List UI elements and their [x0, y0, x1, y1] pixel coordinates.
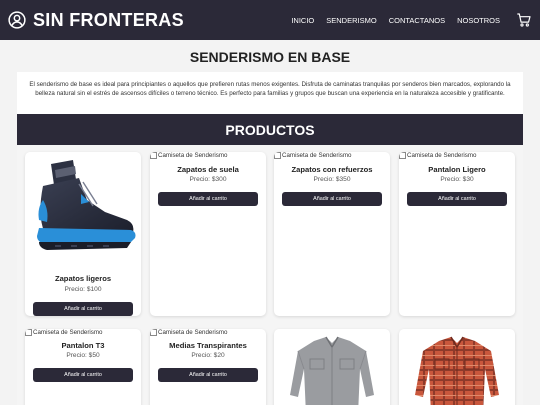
add-to-cart-button[interactable]: Añadir al carrito — [33, 302, 133, 316]
broken-image-icon — [150, 329, 157, 336]
nav-nosotros[interactable]: NOSOTROS — [457, 16, 500, 25]
product-image-shoe — [37, 160, 136, 250]
product-card — [274, 329, 390, 405]
page-title: SENDERISMO EN BASE — [189, 49, 351, 65]
product-name: Zapatos de suela — [177, 165, 239, 174]
products-heading: PRODUCTOS — [17, 114, 523, 145]
product-card: Camiseta de Senderismo Pantalon T3 Preci… — [25, 329, 141, 405]
main-nav: INICIO SENDERISMO CONTACTANOS NOSOTROS — [291, 12, 532, 28]
add-to-cart-button[interactable]: Añadir al carrito — [282, 192, 382, 206]
product-price: Precio: $100 — [64, 286, 102, 293]
nav-senderismo[interactable]: SENDERISMO — [326, 16, 376, 25]
shopping-cart-icon[interactable] — [516, 12, 532, 28]
image-alt-text: Camiseta de Senderismo — [158, 329, 228, 336]
product-card: Camiseta de Senderismo Zapatos con refue… — [274, 152, 390, 316]
brand-name: SIN FRONTERAS — [33, 9, 184, 30]
product-image-broken: Camiseta de Senderismo — [150, 152, 227, 159]
product-card: Camiseta de Senderismo Pantalon Ligero P… — [399, 152, 515, 316]
broken-image-icon — [274, 152, 281, 159]
user-circle-icon — [8, 11, 26, 29]
add-to-cart-button[interactable]: Añadir al carrito — [407, 192, 507, 206]
broken-image-icon — [399, 152, 406, 159]
product-card — [399, 329, 515, 405]
add-to-cart-button[interactable]: Añadir al carrito — [33, 368, 133, 382]
nav-inicio[interactable]: INICIO — [291, 16, 314, 25]
product-price: Precio: $20 — [191, 352, 225, 359]
product-image-broken: Camiseta de Senderismo — [399, 152, 476, 159]
product-grid: Zapatos ligeros Precio: $100 Añadir al c… — [17, 145, 523, 405]
intro-text: El senderismo de base es ideal para prin… — [17, 72, 523, 114]
image-alt-text: Camiseta de Senderismo — [282, 152, 352, 159]
product-name: Zapatos con refuerzos — [291, 165, 373, 174]
product-price: Precio: $300 — [189, 176, 227, 183]
product-card: Zapatos ligeros Precio: $100 Añadir al c… — [25, 152, 141, 316]
image-alt-text: Camiseta de Senderismo — [33, 329, 103, 336]
brand-logo[interactable]: SIN FRONTERAS — [8, 10, 184, 31]
nav-contactanos[interactable]: CONTACTANOS — [389, 16, 445, 25]
product-price: Precio: $50 — [66, 352, 100, 359]
product-name: Zapatos ligeros — [54, 274, 112, 283]
add-to-cart-button[interactable]: Añadir al carrito — [158, 368, 258, 382]
product-image-broken: Camiseta de Senderismo — [274, 152, 351, 159]
product-price: Precio: $350 — [313, 176, 351, 183]
product-name: Pantalon T3 — [61, 341, 105, 350]
product-price: Precio: $30 — [440, 176, 474, 183]
top-navbar: SIN FRONTERAS INICIO SENDERISMO CONTACTA… — [0, 0, 540, 40]
broken-image-icon — [25, 329, 32, 336]
broken-image-icon — [150, 152, 157, 159]
product-image-broken: Camiseta de Senderismo — [25, 329, 102, 336]
add-to-cart-button[interactable]: Añadir al carrito — [158, 192, 258, 206]
image-alt-text: Camiseta de Senderismo — [158, 152, 228, 159]
product-image-red-plaid-shirt — [415, 336, 499, 405]
product-image-broken: Camiseta de Senderismo — [150, 329, 227, 336]
image-alt-text: Camiseta de Senderismo — [407, 152, 477, 159]
product-card: Camiseta de Senderismo Medias Transpiran… — [150, 329, 266, 405]
product-card: Camiseta de Senderismo Zapatos de suela … — [150, 152, 266, 316]
product-name: Pantalon Ligero — [428, 165, 486, 174]
product-image-grey-shirt — [290, 336, 374, 405]
product-name: Medias Transpirantes — [169, 341, 247, 350]
